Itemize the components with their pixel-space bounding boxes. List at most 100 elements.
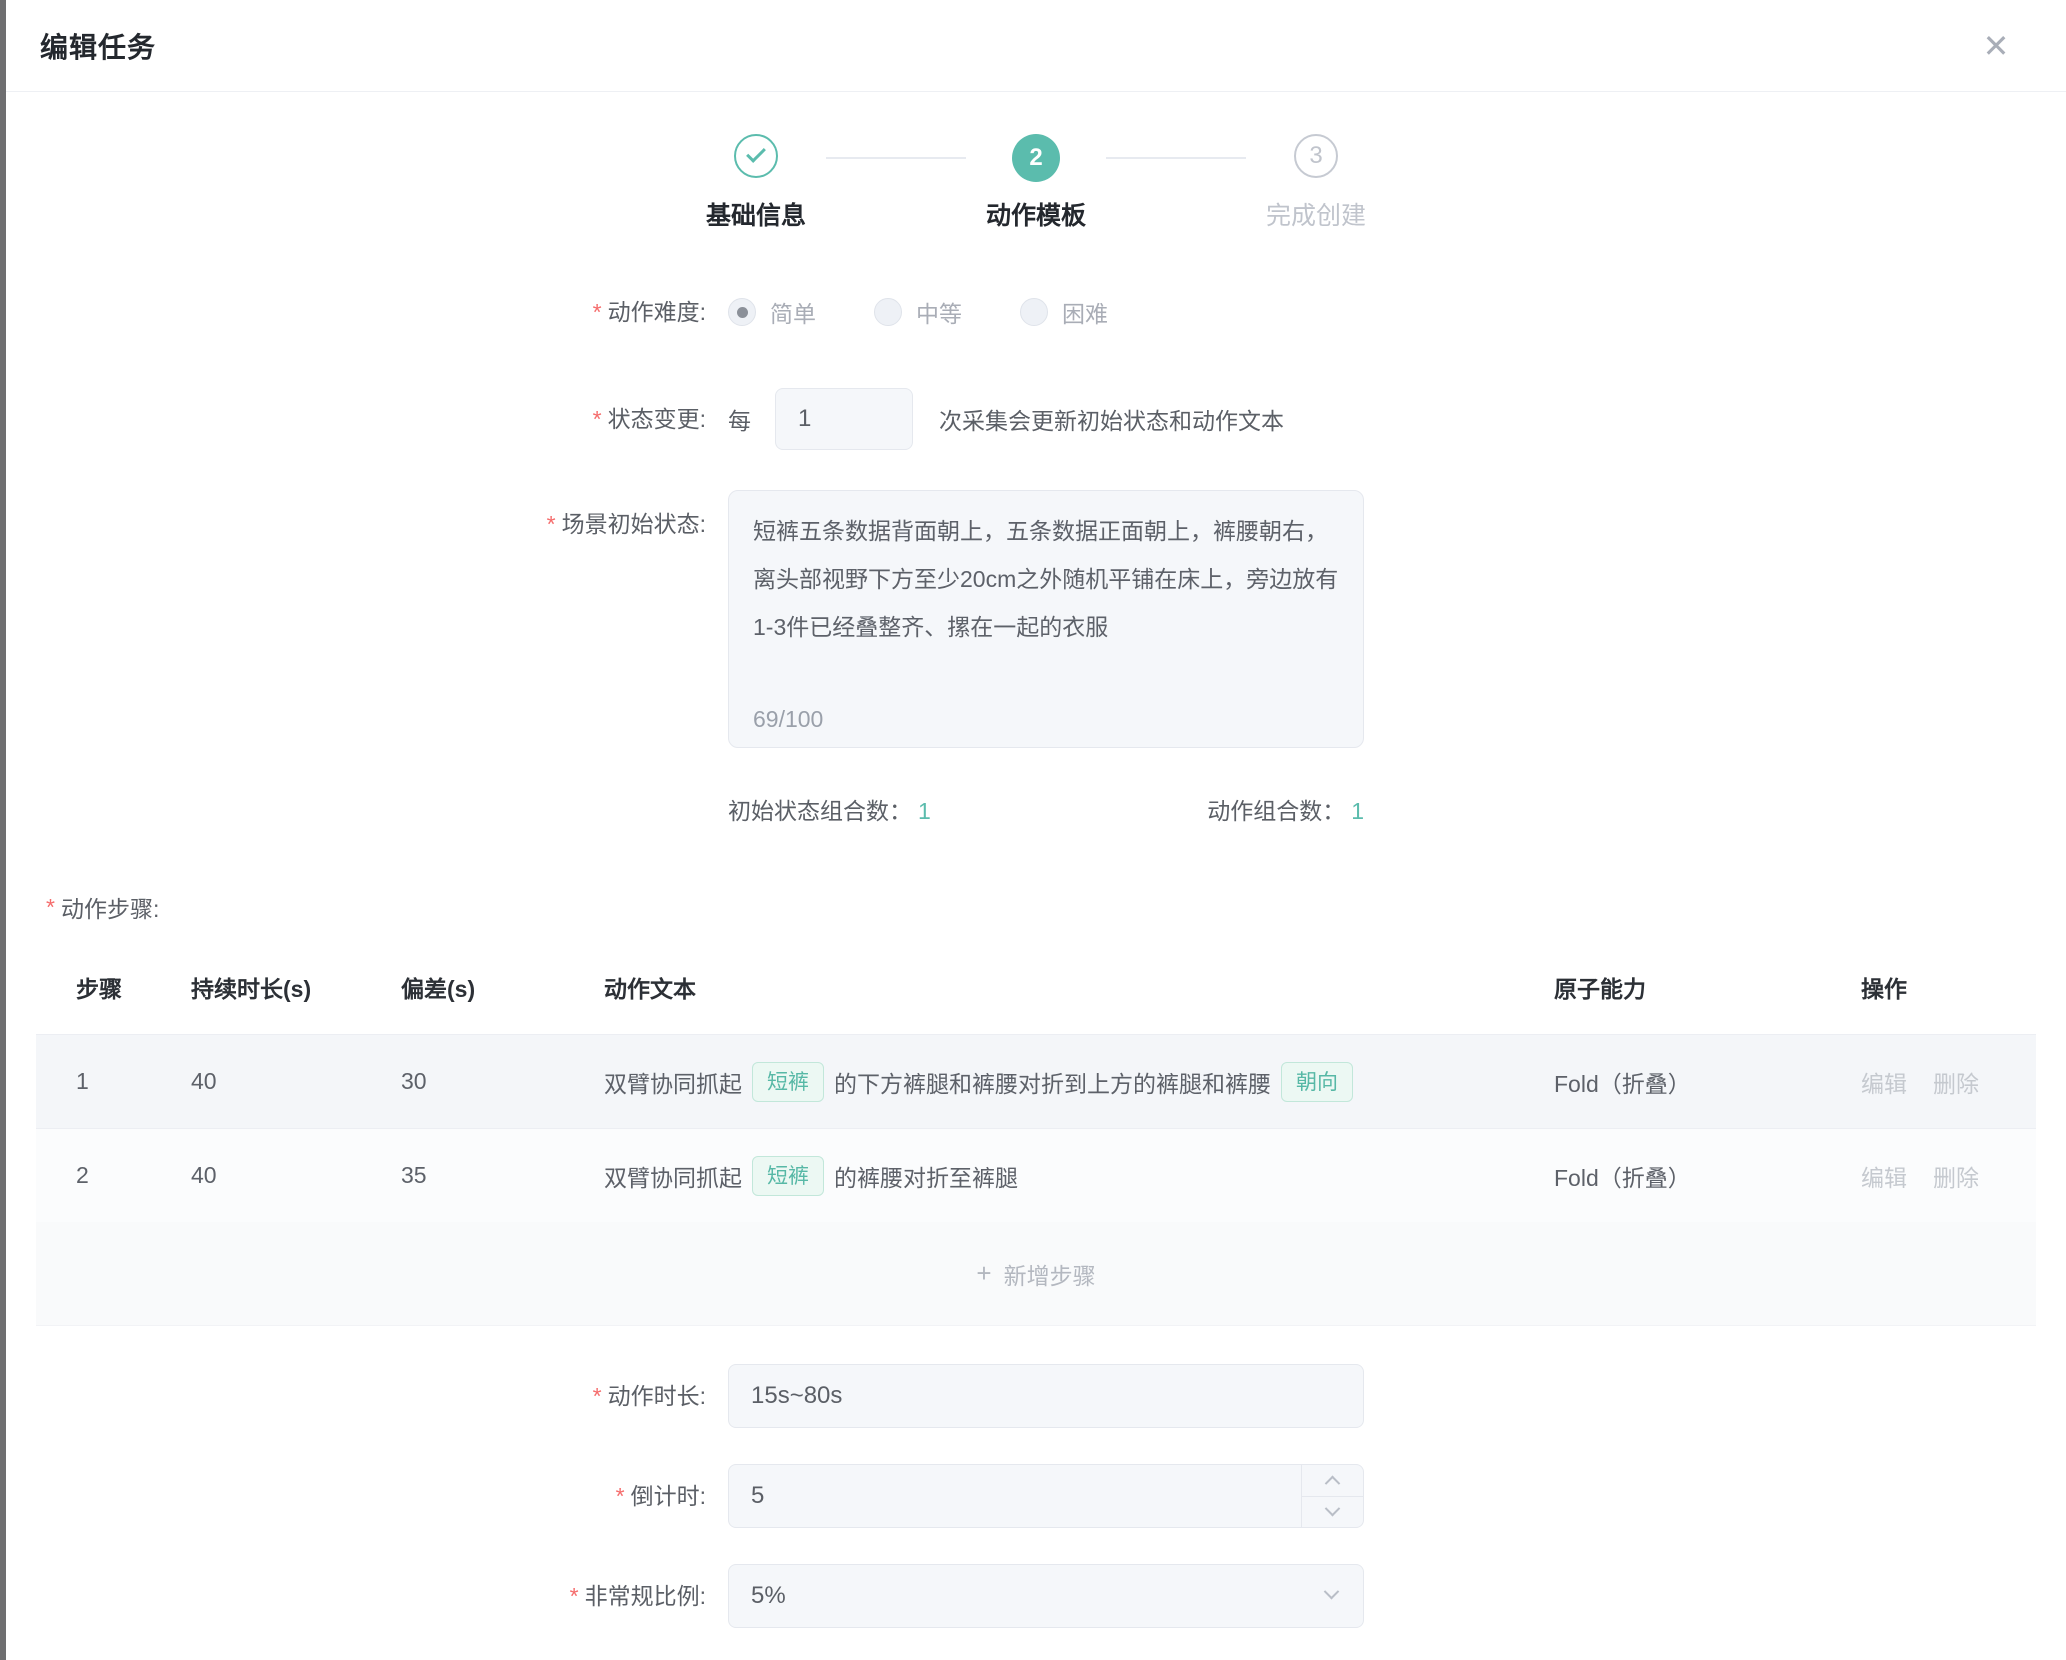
action-duration-label: *动作时长: bbox=[6, 1380, 706, 1412]
countdown-row: *倒计时: 5 bbox=[6, 1464, 2066, 1528]
step-connector bbox=[826, 157, 966, 159]
initial-state-textarea[interactable]: 短裤五条数据背面朝上，五条数据正面朝上，裤腰朝右，离头部视野下方至少20cm之外… bbox=[728, 490, 1364, 748]
decrement-button[interactable] bbox=[1302, 1497, 1363, 1528]
cell-action-text: 双臂协同抓起 短裤 的下方裤腿和裤腰对折到上方的裤腿和裤腰 朝向 bbox=[604, 1062, 1554, 1102]
radio-hard-circle bbox=[1020, 298, 1048, 326]
delete-button[interactable]: 删除 bbox=[1933, 1159, 1979, 1193]
col-duration: 持续时长(s) bbox=[191, 970, 401, 1004]
initial-combo-value: 1 bbox=[918, 798, 931, 824]
delete-button[interactable]: 删除 bbox=[1933, 1065, 1979, 1099]
action-duration-row: *动作时长: 15s~80s bbox=[6, 1364, 2066, 1428]
cell-step: 1 bbox=[76, 1068, 191, 1095]
countdown-label: *倒计时: bbox=[6, 1480, 706, 1512]
required-asterisk: * bbox=[593, 299, 602, 325]
step-2-label: 动作模板 bbox=[986, 196, 1086, 232]
initial-state-text: 短裤五条数据背面朝上，五条数据正面朝上，裤腰朝右，离头部视野下方至少20cm之外… bbox=[753, 507, 1339, 651]
combo-counts-row: 初始状态组合数：1 动作组合数：1 bbox=[728, 792, 1364, 826]
required-asterisk: * bbox=[547, 511, 556, 537]
initial-state-combo-count: 初始状态组合数：1 bbox=[728, 792, 931, 826]
cell-step: 2 bbox=[76, 1162, 191, 1189]
dialog-header: 编辑任务 ✕ bbox=[6, 0, 2066, 92]
required-asterisk: * bbox=[593, 1383, 602, 1409]
edit-button[interactable]: 编辑 bbox=[1861, 1065, 1907, 1099]
cell-duration: 40 bbox=[191, 1068, 401, 1095]
cell-action-text: 双臂协同抓起 短裤 的裤腰对折至裤腿 bbox=[604, 1156, 1554, 1196]
radio-medium[interactable]: 中等 bbox=[874, 295, 962, 329]
state-change-control: 每 1 次采集会更新初始状态和动作文本 bbox=[728, 388, 1284, 450]
unusual-ratio-label: *非常规比例: bbox=[6, 1580, 706, 1612]
table-header-row: 步骤 持续时长(s) 偏差(s) 动作文本 原子能力 操作 bbox=[36, 956, 2036, 1034]
radio-easy-label: 简单 bbox=[770, 295, 816, 329]
unusual-ratio-row: *非常规比例: 5% bbox=[6, 1564, 2066, 1628]
state-change-input[interactable]: 1 bbox=[775, 388, 913, 450]
chevron-up-icon bbox=[1325, 1475, 1341, 1491]
chevron-down-icon bbox=[1325, 1501, 1341, 1517]
radio-hard-label: 困难 bbox=[1062, 295, 1108, 329]
action-combo-value: 1 bbox=[1351, 798, 1364, 824]
cell-operations: 编辑 删除 bbox=[1861, 1065, 2036, 1099]
required-asterisk: * bbox=[616, 1483, 625, 1509]
action-duration-input[interactable]: 15s~80s bbox=[728, 1364, 1364, 1428]
dialog-title: 编辑任务 bbox=[40, 26, 156, 66]
col-operations: 操作 bbox=[1861, 970, 2036, 1004]
object-tag: 短裤 bbox=[752, 1062, 824, 1102]
char-counter: 69/100 bbox=[753, 706, 823, 733]
object-tag: 短裤 bbox=[752, 1156, 824, 1196]
col-atomic-ability: 原子能力 bbox=[1554, 970, 1861, 1004]
modal-backdrop-edge bbox=[0, 0, 6, 1660]
cell-offset: 35 bbox=[401, 1162, 604, 1189]
unusual-ratio-value: 5% bbox=[751, 1582, 786, 1610]
radio-medium-circle bbox=[874, 298, 902, 326]
step-connector bbox=[1106, 157, 1246, 159]
radio-easy[interactable]: 简单 bbox=[728, 295, 816, 329]
step-action-template: 2 动作模板 bbox=[966, 134, 1106, 182]
radio-medium-label: 中等 bbox=[916, 295, 962, 329]
step-1-check-icon bbox=[734, 134, 778, 178]
add-step-label: 新增步骤 bbox=[1004, 1257, 1096, 1291]
plus-icon: + bbox=[976, 1258, 991, 1289]
unusual-ratio-select[interactable]: 5% bbox=[728, 1564, 1364, 1628]
increment-button[interactable] bbox=[1302, 1465, 1363, 1497]
action-duration-value: 15s~80s bbox=[751, 1382, 842, 1410]
state-change-row: *状态变更: 每 1 次采集会更新初始状态和动作文本 bbox=[6, 388, 2066, 450]
table-row: 2 40 35 双臂协同抓起 短裤 的裤腰对折至裤腿 Fold（折叠） 编辑 删… bbox=[36, 1128, 2036, 1222]
required-asterisk: * bbox=[570, 1583, 579, 1609]
action-steps-section-label: * 动作步骤: bbox=[46, 890, 2066, 924]
cell-ability: Fold（折叠） bbox=[1554, 1159, 1861, 1193]
step-1-label: 基础信息 bbox=[706, 196, 806, 232]
edit-button[interactable]: 编辑 bbox=[1861, 1159, 1907, 1193]
difficulty-label: *动作难度: bbox=[6, 296, 706, 328]
add-step-button[interactable]: + 新增步骤 bbox=[36, 1222, 2036, 1326]
number-spinner bbox=[1301, 1465, 1363, 1527]
cell-ability: Fold（折叠） bbox=[1554, 1065, 1861, 1099]
cell-operations: 编辑 删除 bbox=[1861, 1159, 2036, 1193]
countdown-value: 5 bbox=[751, 1482, 764, 1510]
action-steps-table: 步骤 持续时长(s) 偏差(s) 动作文本 原子能力 操作 1 40 30 双臂… bbox=[36, 956, 2036, 1326]
step-basic-info: 基础信息 bbox=[686, 134, 826, 178]
step-2-number: 2 bbox=[1012, 134, 1060, 182]
required-asterisk: * bbox=[46, 894, 55, 921]
difficulty-row: *动作难度: 简单 中等 困难 bbox=[6, 290, 2066, 334]
col-action-text: 动作文本 bbox=[604, 970, 1554, 1004]
action-combo-count: 动作组合数：1 bbox=[1207, 792, 1364, 826]
col-offset: 偏差(s) bbox=[401, 970, 604, 1004]
cell-duration: 40 bbox=[191, 1162, 401, 1189]
difficulty-radio-group: 简单 中等 困难 bbox=[728, 295, 1108, 329]
cell-offset: 30 bbox=[401, 1068, 604, 1095]
required-asterisk: * bbox=[593, 406, 602, 432]
orientation-tag: 朝向 bbox=[1281, 1062, 1353, 1102]
step-complete-creation: 3 完成创建 bbox=[1246, 134, 1386, 178]
step-3-label: 完成创建 bbox=[1266, 196, 1366, 232]
table-row: 1 40 30 双臂协同抓起 短裤 的下方裤腿和裤腰对折到上方的裤腿和裤腰 朝向… bbox=[36, 1034, 2036, 1128]
edit-task-dialog: 编辑任务 ✕ 基础信息 2 动作模板 3 完成创建 *动作难度: 简单 bbox=[6, 0, 2066, 1660]
radio-easy-circle bbox=[728, 298, 756, 326]
state-change-prefix: 每 bbox=[728, 402, 751, 436]
close-icon[interactable]: ✕ bbox=[1974, 24, 2018, 68]
state-change-label: *状态变更: bbox=[6, 403, 706, 435]
initial-state-row: *场景初始状态: 短裤五条数据背面朝上，五条数据正面朝上，裤腰朝右，离头部视野下… bbox=[6, 490, 2066, 748]
col-step: 步骤 bbox=[76, 970, 191, 1004]
initial-state-label: *场景初始状态: bbox=[6, 508, 706, 540]
countdown-input[interactable]: 5 bbox=[728, 1464, 1364, 1528]
radio-hard[interactable]: 困难 bbox=[1020, 295, 1108, 329]
chevron-down-icon bbox=[1324, 1584, 1340, 1600]
